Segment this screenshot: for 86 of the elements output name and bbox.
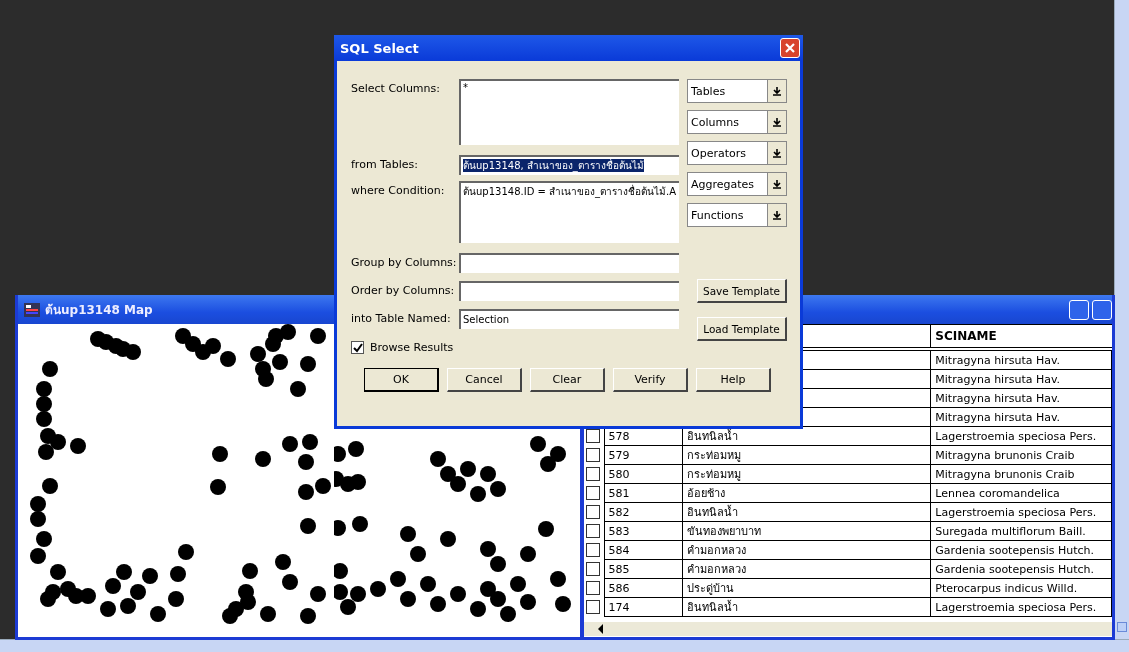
dropdown[interactable]: Columns	[687, 110, 787, 134]
table-cell: 584	[608, 543, 630, 557]
input-field[interactable]	[459, 281, 679, 301]
table-cell: 580	[608, 467, 630, 481]
dropdown[interactable]: Tables	[687, 79, 787, 103]
table-cell: อินทนิลน้ำ	[686, 430, 738, 443]
table-cell: Mitragyna brunonis Craib	[935, 448, 1075, 462]
table-cell: กระท่อมหมู	[686, 468, 741, 481]
row-checkbox[interactable]	[586, 524, 600, 538]
vertical-scrollbar[interactable]	[1114, 0, 1129, 640]
table-cell: 579	[608, 448, 630, 462]
minimize-button[interactable]	[1069, 299, 1089, 320]
row-checkbox[interactable]	[586, 486, 600, 500]
table-cell: กระท่อมหมู	[686, 449, 741, 462]
table-cell: คำมอกหลวง	[686, 563, 746, 576]
dropdown[interactable]: Functions	[687, 203, 787, 227]
table-cell: 583	[608, 524, 630, 538]
template-button[interactable]: Save Template	[697, 279, 787, 303]
table-cell: คำมอกหลวง	[686, 544, 746, 557]
table-cell: 582	[608, 505, 630, 519]
table-cell: 586	[608, 581, 630, 595]
table-cell: Gardenia sootepensis Hutch.	[935, 543, 1094, 557]
dialog-button[interactable]: Cancel	[447, 368, 522, 392]
row-checkbox[interactable]	[586, 581, 600, 595]
dialog-button[interactable]: Verify	[613, 368, 688, 392]
table-cell: Lagerstroemia speciosa Pers.	[935, 505, 1097, 519]
close-icon	[784, 42, 796, 54]
table-cell: 581	[608, 486, 630, 500]
table-cell: Mitragyna hirsuta Hav.	[935, 353, 1061, 367]
dropdown-arrow-icon	[773, 210, 781, 220]
field-label: Group by Columns:	[351, 255, 458, 271]
table-cell: Gardenia sootepensis Hutch.	[935, 562, 1094, 576]
row-checkbox[interactable]	[586, 543, 600, 557]
table-cell: Mitragyna hirsuta Hav.	[935, 372, 1061, 386]
table-cell: อินทนิลน้ำ	[686, 601, 738, 614]
table-cell: Lagerstroemia speciosa Pers.	[935, 429, 1097, 443]
table-cell: ขันทองพยาบาท	[686, 525, 761, 538]
maximize-button[interactable]	[1092, 299, 1112, 320]
table-cell: Mitragyna hirsuta Hav.	[935, 410, 1061, 424]
dropdown[interactable]: Aggregates	[687, 172, 787, 196]
table-cell: Lennea coromandelica	[935, 486, 1060, 500]
table-cell: 585	[608, 562, 630, 576]
row-checkbox[interactable]	[586, 562, 600, 576]
input-field[interactable]	[459, 253, 679, 273]
table-cell: Suregada multiflorum Baill.	[935, 524, 1086, 538]
table-cell: Lagerstroemia speciosa Pers.	[935, 600, 1097, 614]
row-checkbox[interactable]	[586, 600, 600, 614]
dropdown[interactable]: Operators	[687, 141, 787, 165]
text-area[interactable]: ต้นup13148.ID = สำเนาของ_ตารางชื่อต้นไม้.A	[459, 181, 679, 243]
input-field[interactable]: Selection	[459, 309, 679, 329]
dialog-button[interactable]: OK	[364, 368, 439, 392]
field-label: Order by Columns:	[351, 283, 456, 299]
dropdown-arrow-icon	[773, 179, 781, 189]
table-cell: Pterocarpus indicus Willd.	[935, 581, 1078, 595]
horizontal-scrollbar[interactable]	[584, 622, 1112, 636]
table-cell: Mitragyna brunonis Craib	[935, 467, 1075, 481]
field-label: where Condition:	[351, 183, 446, 199]
table-cell: 174	[608, 600, 630, 614]
template-button[interactable]: Load Template	[697, 317, 787, 341]
dialog-title: SQL Select	[340, 40, 419, 56]
table-cell: Mitragyna hirsuta Hav.	[935, 391, 1061, 405]
close-button[interactable]	[780, 38, 800, 58]
dropdown-arrow-icon	[773, 148, 781, 158]
table-cell: อินทนิลน้ำ	[686, 506, 738, 519]
table-cell: ประดู่บ้าน	[686, 582, 734, 595]
dialog-button[interactable]: Help	[696, 368, 771, 392]
scroll-left-icon[interactable]	[598, 624, 603, 634]
checkbox-label: Browse Results	[370, 341, 454, 354]
row-checkbox[interactable]	[586, 448, 600, 462]
column-header: SCINAME	[930, 324, 1112, 348]
table-cell: 578	[608, 429, 630, 443]
field-label: from Tables:	[351, 157, 419, 173]
row-checkbox[interactable]	[586, 505, 600, 519]
dialog-button[interactable]: Clear	[530, 368, 605, 392]
field-label: into Table Named:	[351, 311, 452, 327]
window-title: ต้นup13148 Map	[45, 302, 153, 319]
browse-results-checkbox[interactable]	[351, 341, 364, 354]
row-checkbox[interactable]	[586, 429, 600, 443]
input-field[interactable]: ต้นup13148, สำเนาของ_ตารางชื่อต้นไม้	[459, 155, 679, 175]
table-cell: อ้อยช้าง	[686, 487, 725, 500]
field-label: Select Columns:	[351, 81, 441, 97]
text-area[interactable]: *	[459, 79, 679, 145]
dropdown-arrow-icon	[773, 117, 781, 127]
row-checkbox[interactable]	[586, 467, 600, 481]
dropdown-arrow-icon	[773, 86, 781, 96]
map-window-icon	[24, 302, 40, 317]
